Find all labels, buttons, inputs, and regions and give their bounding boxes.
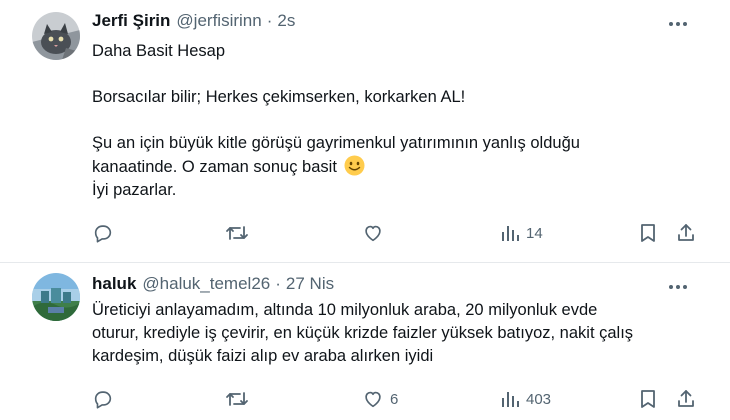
tweet-line: Şu an için büyük kitle görüşü gayrimenku…	[92, 134, 580, 152]
share-icon	[675, 222, 697, 244]
separator-dot: ·	[275, 274, 281, 293]
author-handle[interactable]: @jerfisirinn	[176, 11, 261, 31]
like-icon	[362, 388, 384, 410]
tweet-text: Daha Basit Hesap Borsacılar bilir; Herke…	[92, 40, 692, 202]
tweet[interactable]: Jerfi Şirin @jerfisirinn · 2s Daha Basit…	[0, 0, 730, 263]
author-handle[interactable]: @haluk_temel26	[142, 274, 270, 294]
tweet-line: kanaatinde. O zaman sonuç basit	[92, 158, 337, 176]
like-button[interactable]	[362, 221, 384, 245]
more-options-button[interactable]	[666, 275, 690, 297]
share-button[interactable]	[675, 221, 697, 245]
tweet-line: İyi pazarlar.	[92, 181, 177, 199]
more-options-button[interactable]	[666, 12, 690, 34]
retweet-icon	[225, 222, 249, 244]
tweet-actions: 14	[92, 221, 696, 245]
retweet-icon	[225, 388, 249, 410]
views-icon	[500, 223, 520, 243]
views-button[interactable]: 14	[500, 221, 543, 245]
tweet-line: Daha Basit Hesap	[92, 42, 225, 60]
tweet-actions: 6 403	[92, 387, 696, 411]
tweet-text: Üreticiyi anlayamadım, altında 10 milyon…	[92, 299, 692, 368]
tweet-header: haluk @haluk_temel26 · 27 Nis	[92, 273, 334, 295]
like-button[interactable]: 6	[362, 387, 398, 411]
likes-count: 6	[390, 390, 399, 408]
reply-button[interactable]	[92, 221, 114, 245]
share-button[interactable]	[675, 387, 697, 411]
reply-icon	[92, 388, 114, 410]
retweet-button[interactable]	[225, 387, 249, 411]
bookmark-button[interactable]	[638, 387, 658, 411]
reply-icon	[92, 222, 114, 244]
retweet-button[interactable]	[225, 221, 249, 245]
views-button[interactable]: 403	[500, 387, 551, 411]
bookmark-icon	[638, 222, 658, 244]
tweet-line: oturur, krediyle iş çevirir, en küçük kr…	[92, 324, 634, 342]
tweet-line: Borsacılar bilir; Herkes çekimserken, ko…	[92, 88, 466, 106]
like-icon	[362, 222, 384, 244]
bookmark-icon	[638, 388, 658, 410]
tweet-line-with-emoji: kanaatinde. O zaman sonuç basit	[92, 155, 692, 179]
author-name[interactable]: haluk	[92, 274, 136, 294]
tweet-timestamp[interactable]: 2s	[277, 11, 295, 31]
reply-button[interactable]	[92, 387, 114, 411]
author-name[interactable]: Jerfi Şirin	[92, 11, 170, 31]
separator-dot: ·	[266, 11, 273, 30]
tweet-header: Jerfi Şirin @jerfisirinn · 2s	[92, 10, 295, 32]
views-count: 14	[526, 224, 543, 242]
tweet-timestamp[interactable]: 27 Nis	[286, 274, 334, 294]
tweet-line: Üreticiyi anlayamadım, altında 10 milyon…	[92, 301, 598, 319]
more-horizontal-icon	[668, 277, 688, 295]
more-horizontal-icon	[668, 14, 688, 32]
avatar[interactable]	[32, 273, 80, 321]
share-icon	[675, 388, 697, 410]
views-icon	[500, 389, 520, 409]
tweet-line: kardeşim, düşük faizi alıp ev araba alır…	[92, 347, 434, 365]
bookmark-button[interactable]	[638, 221, 658, 245]
avatar[interactable]	[32, 12, 80, 60]
views-count: 403	[526, 390, 552, 408]
slightly-smiling-face-icon	[344, 155, 365, 176]
